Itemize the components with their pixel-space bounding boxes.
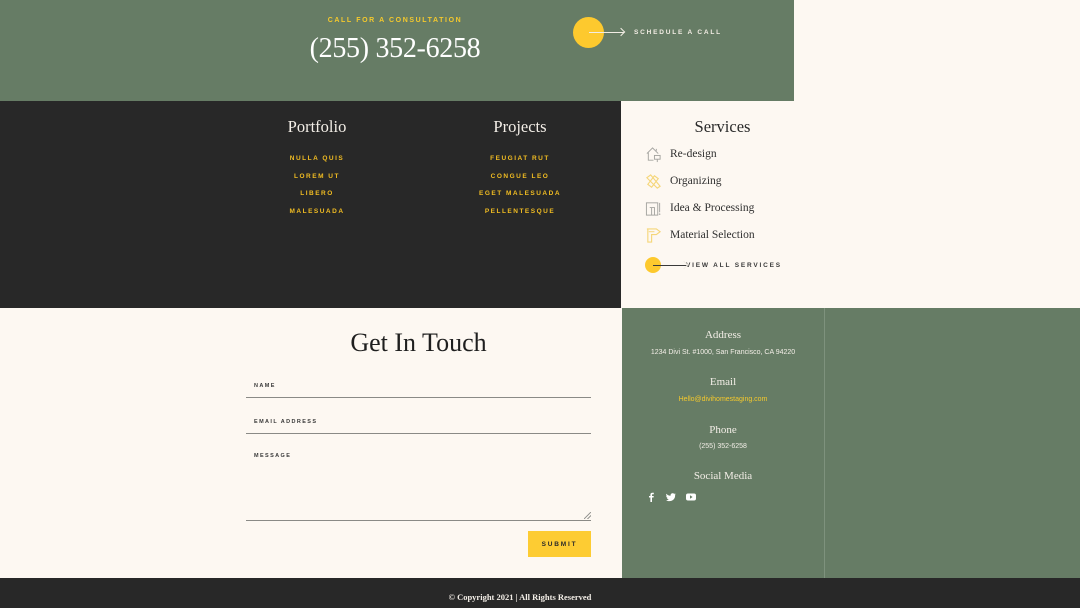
projects-heading: Projects xyxy=(493,117,547,136)
resize-handle-icon[interactable] xyxy=(584,512,591,519)
view-all-services-button[interactable]: VIEW ALL SERVICES xyxy=(645,256,782,274)
projects-link[interactable]: CONGUE LEO xyxy=(420,168,620,186)
twitter-icon[interactable] xyxy=(665,491,677,503)
arrow-right-icon xyxy=(653,265,687,266)
social-heading: Social Media xyxy=(693,470,753,482)
submit-button[interactable]: SUBMIT xyxy=(528,531,591,557)
consultation-phone[interactable]: (255) 352-6258 xyxy=(250,33,540,65)
house-paint-icon xyxy=(646,146,661,162)
blueprint-icon xyxy=(645,201,661,216)
service-label: Re-design xyxy=(670,148,717,160)
service-label: Organizing xyxy=(670,175,722,187)
email-link[interactable]: Hello@divihomestaging.com xyxy=(622,396,824,403)
copyright-text: © Copyright 2021 | All Rights Reserved xyxy=(448,592,592,602)
projects-link[interactable]: FEUGIAT RUT xyxy=(420,150,620,168)
schedule-call-label: SCHEDULE A CALL xyxy=(634,28,722,36)
address-value: 1234 Divi St. #1000, San Francisco, CA 9… xyxy=(650,349,796,356)
circle-icon xyxy=(645,257,687,273)
youtube-icon[interactable] xyxy=(685,491,697,503)
phone-heading: Phone xyxy=(709,424,737,436)
portfolio-link[interactable]: MALESUADA xyxy=(217,203,417,221)
arrow-right-icon xyxy=(589,31,624,33)
portfolio-link[interactable]: NULLA QUIS xyxy=(217,150,417,168)
email-heading: Email xyxy=(709,376,737,388)
phone-value: (255) 352-6258 xyxy=(699,443,747,450)
projects-link[interactable]: EGET MALESUADA xyxy=(420,185,620,203)
drill-icon xyxy=(646,227,662,243)
circle-icon xyxy=(573,16,624,48)
portfolio-link[interactable]: LIBERO xyxy=(217,185,417,203)
name-input[interactable] xyxy=(246,374,591,398)
contact-form-title: Get In Touch xyxy=(350,328,487,357)
service-label: Material Selection xyxy=(670,229,755,241)
service-item-organizing[interactable]: Organizing xyxy=(645,171,722,191)
portfolio-link[interactable]: LOREM UT xyxy=(217,168,417,186)
service-label: Idea & Processing xyxy=(670,202,755,214)
column-divider xyxy=(824,308,825,578)
service-item-idea[interactable]: Idea & Processing xyxy=(645,198,754,218)
schedule-call-button[interactable]: SCHEDULE A CALL xyxy=(573,16,733,48)
tools-icon xyxy=(646,173,661,189)
service-item-redesign[interactable]: Re-design xyxy=(645,144,717,164)
consultation-eyebrow: CALL FOR A CONSULTATION xyxy=(327,17,463,24)
services-panel: Services Re-design Organizing Idea & Pro… xyxy=(621,101,824,308)
facebook-icon[interactable] xyxy=(645,491,657,503)
projects-menu: Projects FEUGIAT RUT CONGUE LEO EGET MAL… xyxy=(420,117,620,220)
projects-link[interactable]: PELLENTESQUE xyxy=(420,203,620,221)
portfolio-menu: Portfolio NULLA QUIS LOREM UT LIBERO MAL… xyxy=(217,117,417,220)
email-input[interactable] xyxy=(246,411,591,434)
view-all-services-label: VIEW ALL SERVICES xyxy=(686,261,782,269)
service-item-material[interactable]: Material Selection xyxy=(645,225,755,245)
message-textarea[interactable] xyxy=(246,448,591,521)
services-heading: Services xyxy=(694,117,751,136)
portfolio-heading: Portfolio xyxy=(287,117,347,136)
address-heading: Address xyxy=(704,329,742,341)
